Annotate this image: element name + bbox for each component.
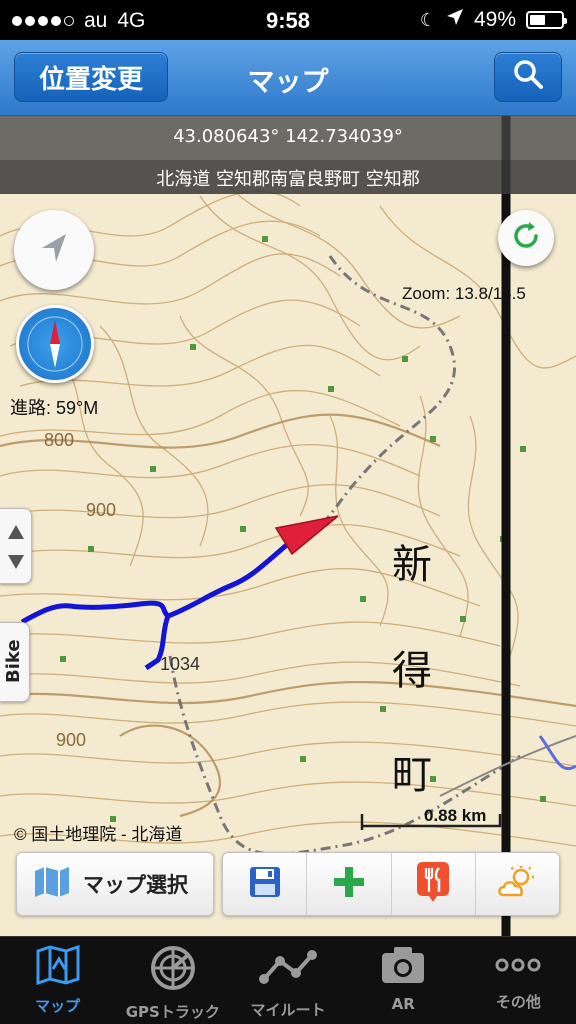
battery-icon — [526, 11, 567, 29]
navigation-arrow-icon — [34, 228, 74, 272]
restaurant-search-button[interactable] — [392, 853, 476, 915]
camera-icon — [380, 945, 426, 989]
moon-icon: ☾ — [419, 9, 436, 30]
restaurant-icon — [415, 860, 451, 908]
add-point-button[interactable] — [307, 853, 392, 915]
bike-mode-label: Bike — [3, 639, 24, 683]
place-name-char: 町 — [392, 752, 432, 798]
tab-map-label: マップ — [35, 997, 81, 1015]
route-icon — [258, 945, 318, 993]
map-tilt-control[interactable] — [0, 508, 32, 584]
bottom-tab-bar: マップ GPSトラック マイルート AR その他 — [0, 936, 576, 1024]
gps-track-line — [20, 540, 292, 625]
save-icon — [248, 865, 282, 903]
location-tracking-button[interactable] — [14, 210, 94, 290]
tab-my-route[interactable]: マイルート — [230, 937, 345, 1024]
map-select-label: マップ選択 — [83, 873, 188, 897]
elevation-label: 800 — [44, 430, 74, 450]
place-name-char: 新 — [392, 542, 432, 588]
place-name-char: 得 — [392, 648, 432, 694]
bike-mode-tab[interactable]: Bike — [0, 622, 30, 702]
address-label: 北海道 空知郡南富良野町 空知郡 — [0, 160, 576, 194]
tab-ar[interactable]: AR — [346, 937, 461, 1024]
tab-my-route-label: マイルート — [250, 1001, 326, 1019]
refresh-icon — [510, 220, 542, 256]
navigation-bar: 位置変更 マップ — [0, 40, 576, 116]
map-tools-toolbar — [222, 852, 560, 916]
tab-more-label: その他 — [495, 993, 541, 1011]
heading-label: 進路: 59°M — [10, 398, 99, 418]
save-button[interactable] — [223, 853, 308, 915]
compass-button[interactable] — [16, 305, 94, 383]
elevation-label: 900 — [86, 500, 116, 520]
up-down-arrows-icon — [7, 523, 25, 575]
tab-ar-label: AR — [391, 995, 415, 1013]
map-copyright: © 国土地理院 - 北海道 — [14, 825, 183, 844]
elevation-label: 1034 — [160, 654, 200, 674]
location-info-bar: 43.080643° 142.734039° 北海道 空知郡南富良野町 空知郡 — [0, 116, 576, 194]
zoom-level-label: Zoom: 13.8/15.5 — [402, 284, 526, 303]
weather-button[interactable] — [476, 853, 559, 915]
search-icon — [512, 58, 544, 97]
compass-needle-icon — [19, 308, 91, 384]
radar-icon — [150, 945, 196, 995]
scale-label: 0.88 km — [424, 806, 487, 825]
elevation-label: 900 — [56, 730, 86, 750]
more-icon — [495, 945, 541, 985]
tab-gps-track-label: GPSトラック — [125, 1003, 220, 1021]
tab-more[interactable]: その他 — [461, 937, 576, 1024]
location-arrow-icon — [446, 8, 464, 32]
change-location-button[interactable]: 位置変更 — [14, 52, 168, 102]
status-bar: au 4G 9:58 ☾ 49% — [0, 0, 576, 40]
map-icon — [33, 865, 71, 903]
map-select-button[interactable]: マップ選択 — [16, 852, 214, 916]
plus-icon — [332, 865, 366, 903]
coordinates-label: 43.080643° 142.734039° — [173, 126, 403, 147]
battery-percent: 49% — [473, 8, 516, 31]
weather-icon — [497, 865, 537, 903]
search-button[interactable] — [494, 52, 562, 102]
refresh-button[interactable] — [498, 210, 554, 266]
topographic-map[interactable]: 800 900 1034 900 新 得 町 43.080643° 142.73… — [0, 116, 576, 936]
map-icon — [35, 944, 81, 989]
tab-map[interactable]: マップ — [0, 937, 115, 1024]
tab-gps-track[interactable]: GPSトラック — [115, 937, 230, 1024]
